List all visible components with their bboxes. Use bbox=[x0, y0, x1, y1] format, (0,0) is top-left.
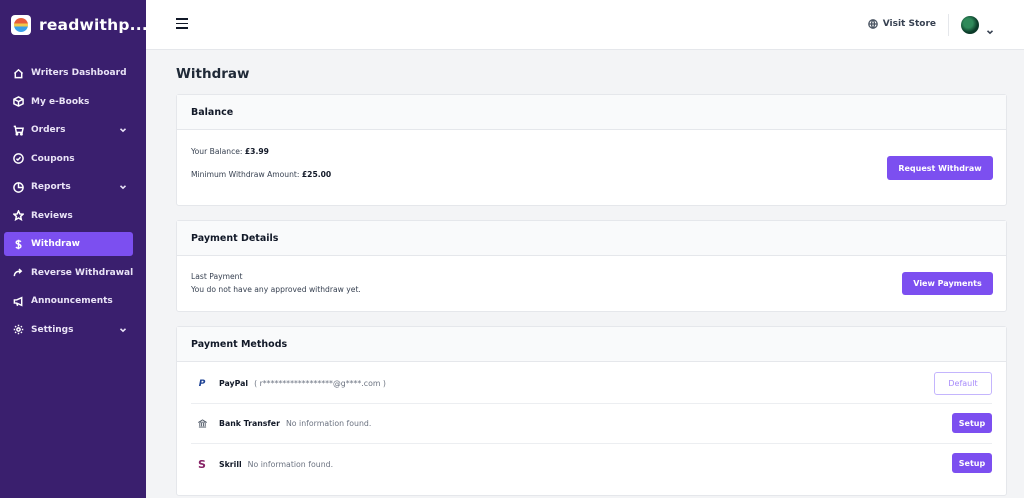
sidebar-item-reviews[interactable]: Reviews bbox=[4, 204, 133, 228]
topbar-divider bbox=[948, 14, 949, 36]
brand-logo-icon bbox=[11, 15, 31, 35]
home-icon bbox=[12, 67, 24, 79]
default-button[interactable]: Default bbox=[934, 372, 992, 395]
star-icon bbox=[12, 210, 24, 222]
skrill-icon: S bbox=[198, 457, 206, 471]
setup-skrill-button[interactable]: Setup bbox=[952, 453, 992, 473]
balance-card-title: Balance bbox=[177, 95, 1006, 130]
minimum-withdraw-value: £25.00 bbox=[301, 170, 332, 179]
chevron-down-icon[interactable] bbox=[986, 21, 994, 35]
coupon-icon bbox=[12, 153, 24, 165]
payment-details-card: Payment Details Last Payment You do not … bbox=[176, 220, 1007, 312]
cart-icon bbox=[12, 124, 24, 136]
last-payment-label: Last Payment bbox=[191, 272, 243, 281]
sidebar-item-label: My e-Books bbox=[31, 96, 90, 107]
sidebar-item-writers-dashboard[interactable]: Writers Dashboard bbox=[4, 61, 133, 85]
globe-icon bbox=[867, 19, 878, 29]
bank-icon bbox=[195, 417, 209, 431]
redo-icon bbox=[12, 267, 24, 279]
sidebar-item-withdraw[interactable]: Withdraw bbox=[4, 232, 133, 256]
minimum-withdraw-text: Minimum Withdraw Amount: £25.00 bbox=[191, 170, 332, 179]
sidebar-item-announcements[interactable]: Announcements bbox=[4, 289, 133, 313]
visit-store-link[interactable]: Visit Store bbox=[867, 19, 936, 29]
sidebar-item-my-ebooks[interactable]: My e-Books bbox=[4, 90, 133, 114]
sidebar-item-label: Settings bbox=[31, 324, 74, 335]
paypal-icon: P bbox=[198, 378, 206, 389]
sidebar-item-label: Writers Dashboard bbox=[31, 68, 127, 78]
menu-toggle-icon[interactable] bbox=[176, 18, 188, 30]
gear-icon bbox=[12, 324, 24, 336]
payment-method-skrill: S Skrill No information found. Setup bbox=[191, 444, 992, 484]
request-withdraw-button[interactable]: Request Withdraw bbox=[887, 156, 993, 180]
setup-bank-transfer-button[interactable]: Setup bbox=[952, 413, 992, 433]
your-balance-value: £3.99 bbox=[244, 147, 269, 156]
topbar: Visit Store bbox=[146, 0, 1024, 50]
chevron-down-icon bbox=[119, 326, 127, 334]
sidebar-item-label: Withdraw bbox=[31, 239, 80, 249]
sidebar-item-coupons[interactable]: Coupons bbox=[4, 147, 133, 171]
visit-store-label: Visit Store bbox=[882, 19, 936, 29]
sidebar-item-label: Announcements bbox=[31, 296, 113, 306]
sidebar-item-label: Orders bbox=[31, 125, 66, 135]
payment-methods-card: Payment Methods P PayPal ( r************… bbox=[176, 326, 1007, 496]
balance-card: Balance Your Balance: £3.99 Minimum With… bbox=[176, 94, 1007, 206]
dollar-icon bbox=[12, 238, 24, 250]
chevron-down-icon bbox=[119, 126, 127, 134]
page-title: Withdraw bbox=[176, 66, 250, 82]
chart-pie-icon bbox=[12, 181, 24, 193]
megaphone-icon bbox=[12, 295, 24, 307]
sidebar-item-label: Coupons bbox=[31, 153, 75, 164]
sidebar-item-label: Reviews bbox=[31, 210, 73, 221]
payment-method-paypal: P PayPal ( r******************@g****.com… bbox=[191, 364, 992, 404]
payment-details-title: Payment Details bbox=[177, 221, 1006, 256]
sidebar-item-label: Reverse Withdrawal bbox=[31, 267, 134, 278]
payment-methods-title: Payment Methods bbox=[177, 327, 1006, 362]
sidebar: readwithp... Writers Dashboard My e-Book… bbox=[0, 0, 148, 498]
no-withdraw-message: You do not have any approved withdraw ye… bbox=[191, 285, 361, 294]
sidebar-item-label: Reports bbox=[31, 182, 71, 192]
sidebar-nav: Writers Dashboard My e-Books Orders Coup… bbox=[0, 61, 146, 342]
avatar[interactable] bbox=[961, 16, 979, 34]
payment-method-bank-transfer: Bank Transfer No information found. Setu… bbox=[191, 404, 992, 444]
sidebar-item-reverse-withdrawal[interactable]: Reverse Withdrawal bbox=[4, 261, 133, 285]
sidebar-item-orders[interactable]: Orders bbox=[4, 118, 133, 142]
chevron-down-icon bbox=[119, 183, 127, 191]
brand[interactable]: readwithp... bbox=[0, 0, 148, 50]
your-balance-text: Your Balance: £3.99 bbox=[191, 147, 269, 156]
sidebar-item-settings[interactable]: Settings bbox=[4, 318, 133, 342]
view-payments-button[interactable]: View Payments bbox=[902, 272, 993, 295]
sidebar-item-reports[interactable]: Reports bbox=[4, 175, 133, 199]
brand-name: readwithp... bbox=[39, 16, 148, 34]
box-icon bbox=[12, 96, 24, 108]
